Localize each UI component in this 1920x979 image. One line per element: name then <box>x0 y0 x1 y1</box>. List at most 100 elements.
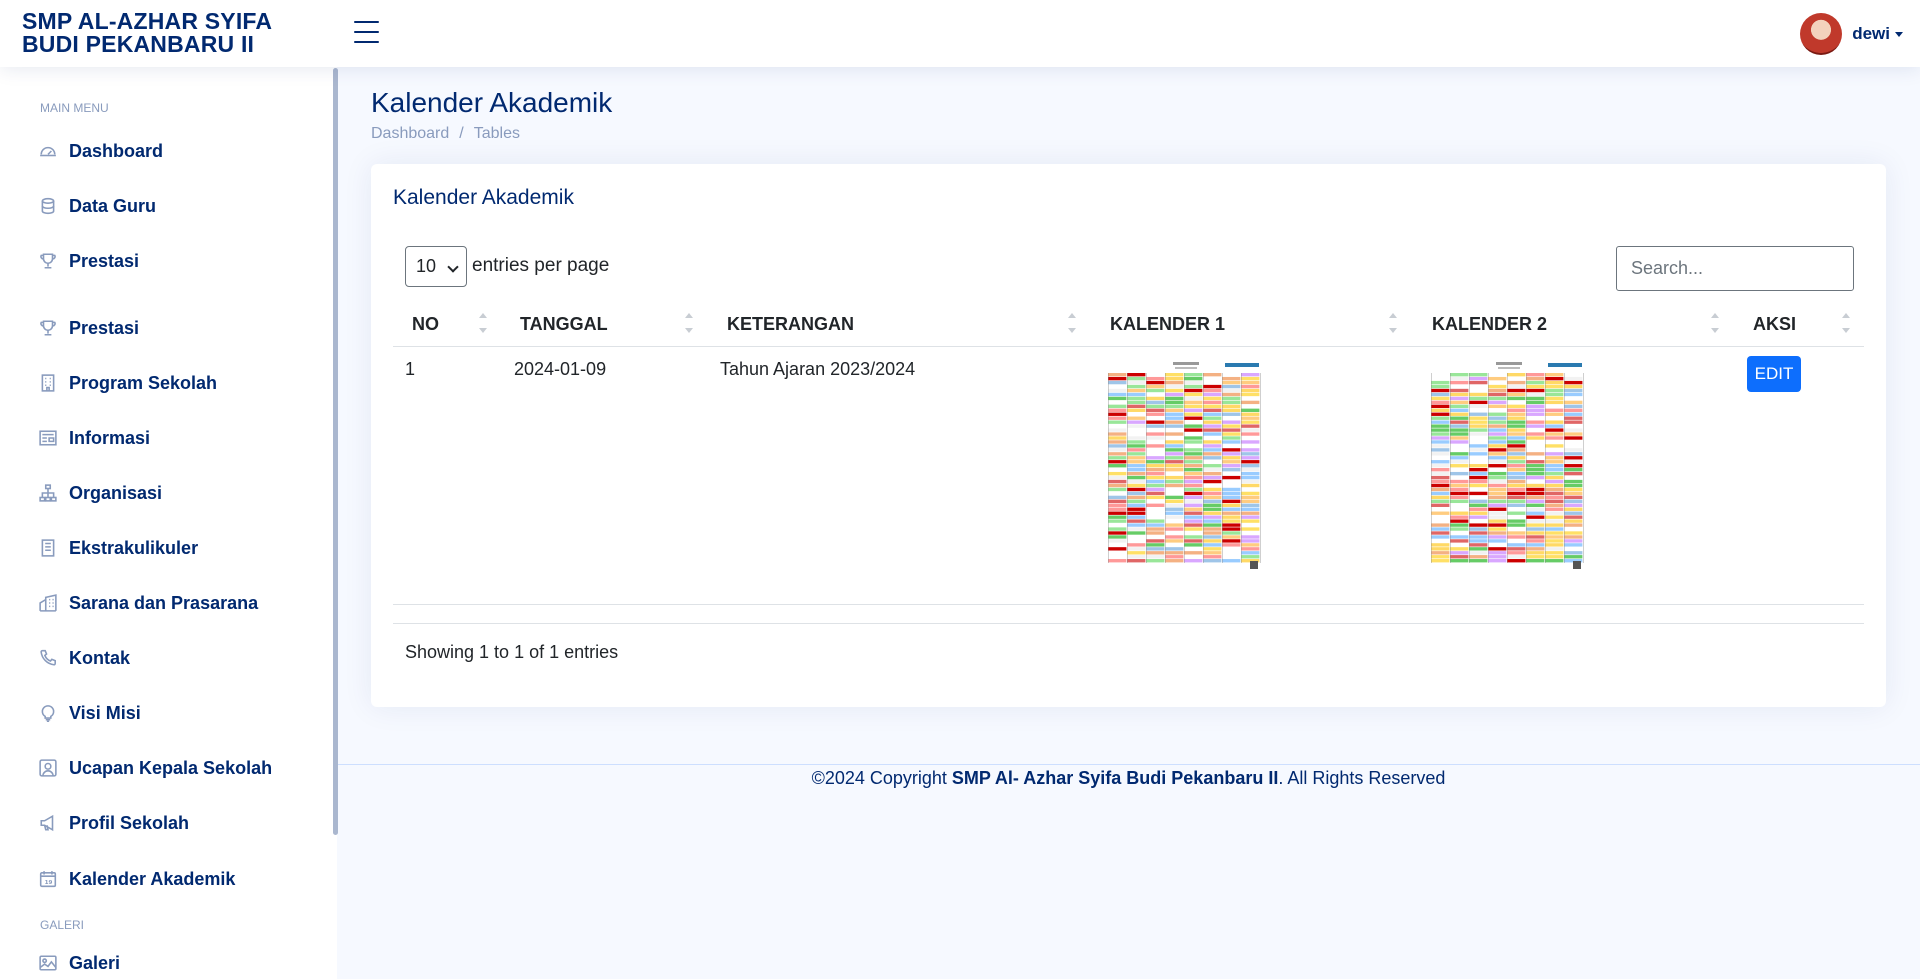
card-title: Kalender Akademik <box>393 186 574 209</box>
column-header-tanggal[interactable]: TANGGAL <box>520 314 608 335</box>
footer-suffix: . All Rights Reserved <box>1278 768 1446 788</box>
cell-keterangan: Tahun Ajaran 2023/2024 <box>720 359 916 379</box>
table-header-divider <box>393 346 1864 347</box>
column-header-kalender-2[interactable]: KALENDER 2 <box>1432 314 1547 335</box>
sidebar-toggle-button[interactable] <box>354 21 379 45</box>
sidebar-item-label: Ucapan Kepala Sekolah <box>69 757 273 778</box>
hamburger-icon <box>354 21 379 23</box>
column-header-no[interactable]: NO <box>412 314 439 335</box>
sidebar-item-label: Galeri <box>69 952 121 973</box>
sidebar-item-label: Visi Misi <box>69 702 141 723</box>
trophy-icon <box>38 251 58 271</box>
building-icon <box>38 538 58 558</box>
page-footer: ©2024 Copyright SMP Al- Azhar Syifa Budi… <box>337 764 1920 789</box>
sidebar-item-label: Dashboard <box>69 140 164 161</box>
sidebar-item-label: Profil Sekolah <box>69 812 190 833</box>
breadcrumb-current: Tables <box>473 125 520 142</box>
sidebar-item-prestasi-2[interactable]: Prestasi <box>38 314 139 342</box>
footer-org-name: SMP Al- Azhar Syifa Budi Pekanbaru II <box>951 768 1279 788</box>
calendar-1-image <box>1105 359 1268 571</box>
sidebar-item-label: Organisasi <box>69 482 163 503</box>
sidebar-item-label: Kalender Akademik <box>69 868 236 889</box>
diagram-icon <box>38 483 58 503</box>
calendar-icon: 19 <box>38 869 58 889</box>
edit-button[interactable]: EDIT <box>1747 356 1801 392</box>
breadcrumb-separator: / <box>459 125 464 142</box>
entries-per-page-value: 10 <box>416 256 437 276</box>
gauge-icon <box>38 141 58 161</box>
calendar-2-thumbnail[interactable] <box>1428 359 1591 571</box>
cell-tanggal: 2024-01-09 <box>514 359 607 379</box>
avatar <box>1800 13 1843 55</box>
sort-icon[interactable] <box>1388 309 1398 339</box>
sidebar-scrollbar[interactable] <box>333 68 338 835</box>
trophy-icon <box>38 318 58 338</box>
sidebar-item-ekstrakulikuler[interactable]: Ekstrakulikuler <box>38 534 198 562</box>
column-header-keterangan[interactable]: KETERANGAN <box>727 314 854 335</box>
caret-down-icon <box>1895 31 1903 37</box>
sidebar-item-label: Prestasi <box>69 250 140 271</box>
page-title-block: Kalender Akademik Dashboard / Tables <box>371 87 612 143</box>
megaphone-icon <box>38 813 58 833</box>
page-title: Kalender Akademik <box>371 87 613 118</box>
svg-text:19: 19 <box>45 880 53 886</box>
entries-per-page-select[interactable]: 10 <box>405 246 467 287</box>
sidebar-item-organisasi[interactable]: Organisasi <box>38 479 162 507</box>
sidebar-item-label: Kontak <box>69 647 131 668</box>
calendar-card: Kalender Akademik 10 entries per page NO… <box>371 164 1886 707</box>
profile-name: dewi <box>1852 24 1890 43</box>
site-logo[interactable]: SMP AL-AZHAR SYIFA BUDI PEKANBARU II <box>22 10 312 56</box>
profile-dropdown[interactable]: dewi <box>1800 13 1903 55</box>
table-row-divider <box>393 604 1864 605</box>
person-square-icon <box>38 758 58 778</box>
newspaper-icon <box>38 428 58 448</box>
sort-icon[interactable] <box>684 309 694 339</box>
database-icon <box>38 196 58 216</box>
sidebar-item-ucapan-kepala-sekolah[interactable]: Ucapan Kepala Sekolah <box>38 754 272 782</box>
sidebar-item-informasi[interactable]: Informasi <box>38 424 150 452</box>
logo-line-1: SMP AL-AZHAR SYIFA <box>22 8 273 34</box>
column-header-aksi[interactable]: AKSI <box>1753 314 1796 335</box>
sort-icon[interactable] <box>1841 309 1851 339</box>
entries-per-page-label: entries per page <box>472 255 610 276</box>
logo-line-2: BUDI PEKANBARU II <box>22 31 255 57</box>
lightbulb-icon <box>38 703 58 723</box>
sidebar-item-program-sekolah[interactable]: Program Sekolah <box>38 369 217 397</box>
buildings-icon <box>38 593 58 613</box>
cell-no: 1 <box>405 359 416 379</box>
sidebar-item-galeri[interactable]: Galeri <box>38 949 120 977</box>
nav-heading-main: MAIN MENU <box>40 101 109 115</box>
sidebar-item-label: Ekstrakulikuler <box>69 537 199 558</box>
sort-icon[interactable] <box>1067 309 1077 339</box>
sidebar-item-label: Informasi <box>69 427 151 448</box>
sidebar-item-prestasi[interactable]: Prestasi <box>38 247 139 275</box>
image-icon <box>38 953 58 973</box>
sort-icon[interactable] <box>478 309 488 339</box>
sidebar-item-profil-sekolah[interactable]: Profil Sekolah <box>38 809 189 837</box>
calendar-2-image <box>1428 359 1591 571</box>
sidebar-item-visi-misi[interactable]: Visi Misi <box>38 699 141 727</box>
top-header: SMP AL-AZHAR SYIFA BUDI PEKANBARU II dew… <box>0 0 1920 67</box>
sidebar-item-kontak[interactable]: Kontak <box>38 644 130 672</box>
sidebar: MAIN MENU Dashboard Data Guru Prestasi P… <box>0 67 337 979</box>
sidebar-item-dashboard[interactable]: Dashboard <box>38 137 163 165</box>
sidebar-item-label: Sarana dan Prasarana <box>69 592 259 613</box>
building-icon <box>38 373 58 393</box>
sidebar-item-label: Prestasi <box>69 317 140 338</box>
footer-prefix: ©2024 Copyright <box>811 768 952 788</box>
sidebar-item-kalender-akademik[interactable]: 19 Kalender Akademik <box>38 865 235 893</box>
calendar-1-thumbnail[interactable] <box>1105 359 1268 571</box>
breadcrumb: Dashboard / Tables <box>371 125 612 143</box>
sidebar-item-data-guru[interactable]: Data Guru <box>38 192 156 220</box>
sidebar-item-label: Program Sekolah <box>69 372 218 393</box>
sort-icon[interactable] <box>1710 309 1720 339</box>
sidebar-item-label: Data Guru <box>69 195 157 216</box>
breadcrumb-dashboard-link[interactable]: Dashboard <box>371 125 449 143</box>
table-search-input[interactable] <box>1616 246 1854 291</box>
sidebar-item-sarana-prasarana[interactable]: Sarana dan Prasarana <box>38 589 258 617</box>
column-header-kalender-1[interactable]: KALENDER 1 <box>1110 314 1225 335</box>
telephone-icon <box>38 648 58 668</box>
table-footer-divider <box>393 623 1864 624</box>
nav-heading-galeri: GALERI <box>40 918 85 932</box>
table-info: Showing 1 to 1 of 1 entries <box>405 642 619 662</box>
